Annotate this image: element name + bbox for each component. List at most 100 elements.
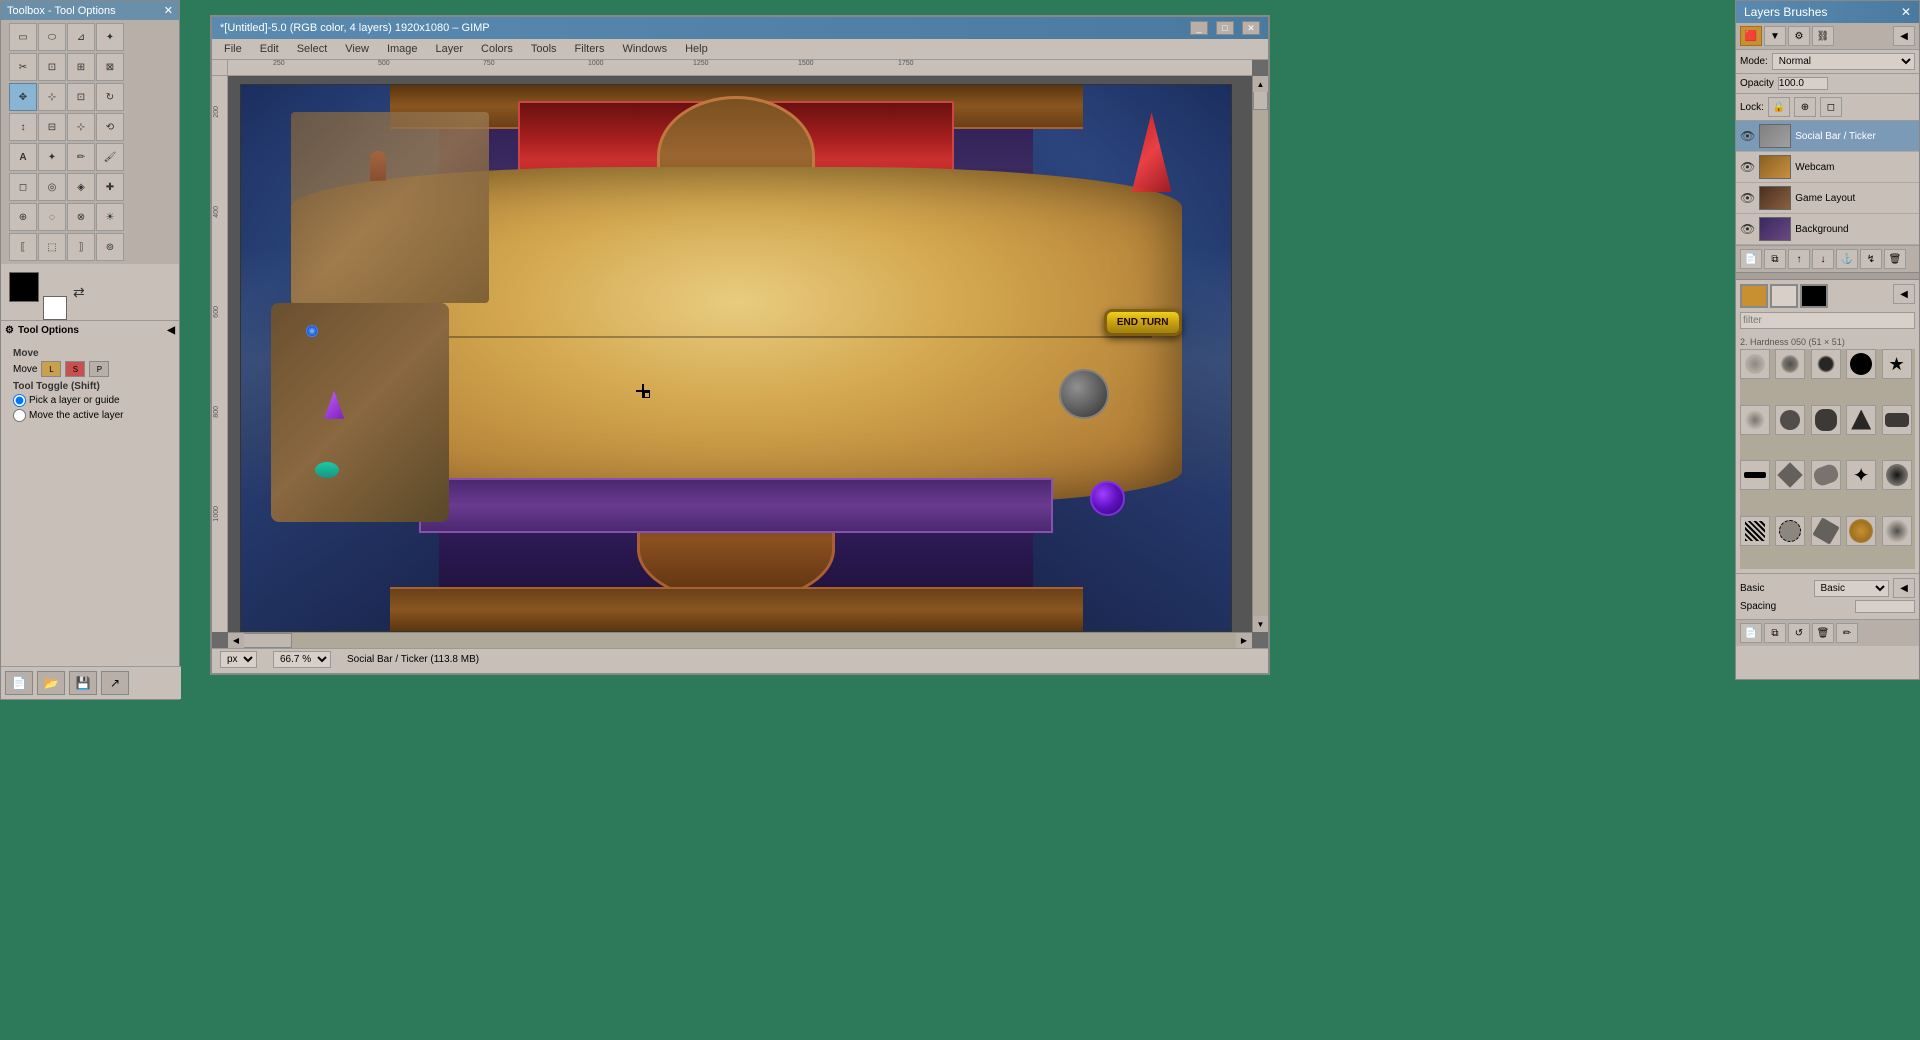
layer-merge-down[interactable]: ↯	[1860, 249, 1882, 269]
brush-item-3[interactable]	[1811, 349, 1841, 379]
layer-item-webcam[interactable]: 👁 Webcam	[1736, 152, 1919, 183]
layers-close[interactable]: ✕	[1901, 5, 1911, 19]
pick-layer-radio[interactable]	[13, 394, 26, 407]
brush-item-14[interactable]: ✦	[1846, 460, 1876, 490]
brush-item-11[interactable]	[1740, 460, 1770, 490]
lock-pixels-btn[interactable]: 🔒	[1768, 97, 1790, 117]
by-color-select-tool[interactable]: ⊞	[67, 53, 95, 81]
paintbrush-tool[interactable]: 🖌	[96, 143, 124, 171]
basic-mode-selector[interactable]: Basic	[1814, 580, 1890, 597]
close-btn[interactable]: ✕	[1242, 21, 1260, 35]
export-image-btn[interactable]: ↗	[101, 671, 129, 695]
fuzzy-select-tool[interactable]: ✦	[96, 23, 124, 51]
brush-new-btn[interactable]: 📄	[1740, 623, 1762, 643]
layer-eye-bg[interactable]: 👁	[1740, 222, 1755, 236]
menu-tools[interactable]: Tools	[523, 41, 565, 57]
opacity-input[interactable]	[1778, 77, 1828, 90]
layer-type-btn[interactable]: ▼	[1764, 26, 1786, 46]
text-tool[interactable]: A	[9, 143, 37, 171]
brush-item-13[interactable]	[1811, 460, 1841, 490]
move-active-option[interactable]: Move the active layer	[13, 409, 167, 422]
menu-filters[interactable]: Filters	[567, 41, 613, 57]
brush-item-7[interactable]	[1775, 405, 1805, 435]
layer-anchor[interactable]: ⚓	[1836, 249, 1858, 269]
brush-item-6[interactable]	[1740, 405, 1770, 435]
layer-item-social[interactable]: 👁 Social Bar / Ticker	[1736, 121, 1919, 152]
layer-item-game[interactable]: 👁 Game Layout	[1736, 183, 1919, 214]
move-selection-btn[interactable]: S	[65, 361, 85, 377]
smudge-tool[interactable]: ⊗	[67, 203, 95, 231]
layer-eye-game[interactable]: 👁	[1740, 191, 1755, 205]
brush-item-5[interactable]: ★	[1882, 349, 1912, 379]
tool-options-expand[interactable]: ◀	[167, 325, 175, 336]
menu-help[interactable]: Help	[677, 41, 716, 57]
layer-item-background[interactable]: 👁 Background	[1736, 214, 1919, 245]
airbrush-tool[interactable]: ◎	[38, 173, 66, 201]
layer-raise[interactable]: ↑	[1788, 249, 1810, 269]
menu-image[interactable]: Image	[379, 41, 426, 57]
spacing-input[interactable]: 10.0	[1855, 600, 1915, 613]
layer-eye-social[interactable]: 👁	[1740, 129, 1755, 143]
new-image-btn[interactable]: 📄	[5, 671, 33, 695]
brush-settings-btn[interactable]: ◀	[1893, 284, 1915, 304]
horizontal-scrollbar[interactable]: ▶ ◀ ⊕	[228, 632, 1252, 648]
brush-refresh-btn[interactable]: ↺	[1788, 623, 1810, 643]
brush-filter-input[interactable]	[1740, 312, 1915, 329]
scrollbar-h-right[interactable]: ▶	[1236, 633, 1252, 648]
blur-tool[interactable]: ◌	[38, 203, 66, 231]
bucket-fill-tool[interactable]: ⟦	[9, 233, 37, 261]
canvas-area[interactable]: END TURN	[228, 76, 1252, 632]
dodge-tool[interactable]: ☀	[96, 203, 124, 231]
color-swatches[interactable]	[9, 272, 59, 312]
layers-minimize[interactable]: ◀	[1893, 26, 1915, 46]
path-tool[interactable]: ✦	[38, 143, 66, 171]
brush-item-17[interactable]	[1775, 516, 1805, 546]
eraser-tool[interactable]: ◻	[9, 173, 37, 201]
free-select-tool[interactable]: ⊿	[67, 23, 95, 51]
perspective-tool[interactable]: ⊹	[67, 113, 95, 141]
brush-item-2[interactable]	[1775, 349, 1805, 379]
unit-selector[interactable]: px	[220, 651, 257, 668]
lock-alpha-btn[interactable]: ◻	[1820, 97, 1842, 117]
foreground-color[interactable]	[9, 272, 39, 302]
blend-tool[interactable]: ⬚	[38, 233, 66, 261]
pencil-tool[interactable]: ✏	[67, 143, 95, 171]
layer-lower[interactable]: ↓	[1812, 249, 1834, 269]
basic-expand[interactable]: ◀	[1893, 578, 1915, 598]
end-turn-button[interactable]: END TURN	[1104, 309, 1182, 336]
scrollbar-v-down[interactable]: ▼	[1253, 616, 1268, 632]
lock-position-btn[interactable]: ⊕	[1794, 97, 1816, 117]
brush-duplicate-btn[interactable]: ⧉	[1764, 623, 1786, 643]
rect-select-tool[interactable]: ▭	[9, 23, 37, 51]
move-active-radio[interactable]	[13, 409, 26, 422]
brush-item-8[interactable]	[1811, 405, 1841, 435]
ellipse-select-tool[interactable]: ⬭	[38, 23, 66, 51]
move-path-btn[interactable]: P	[89, 361, 109, 377]
layer-eye-webcam[interactable]: 👁	[1740, 160, 1755, 174]
layer-chain-btn[interactable]: ⛓	[1812, 26, 1834, 46]
layer-new-add[interactable]: 📄	[1740, 249, 1762, 269]
menu-colors[interactable]: Colors	[473, 41, 521, 57]
background-color[interactable]	[43, 296, 67, 320]
brush-item-16[interactable]	[1740, 516, 1770, 546]
scrollbar-v-up[interactable]: ▲	[1253, 76, 1268, 92]
blend-mode-selector[interactable]: Normal	[1772, 53, 1915, 70]
swap-colors-icon[interactable]: ⇄	[73, 284, 85, 301]
minimize-btn[interactable]: _	[1190, 21, 1208, 35]
brush-item-18[interactable]	[1811, 516, 1841, 546]
scale-tool[interactable]: ↕	[9, 113, 37, 141]
brush-color-black[interactable]	[1800, 284, 1828, 308]
scissors-select-tool[interactable]: ✂	[9, 53, 37, 81]
heal-tool[interactable]: ✚	[96, 173, 124, 201]
brush-delete-btn[interactable]: 🗑	[1812, 623, 1834, 643]
brush-item-20[interactable]	[1882, 516, 1912, 546]
menu-edit[interactable]: Edit	[252, 41, 287, 57]
rotate-tool[interactable]: ↻	[96, 83, 124, 111]
menu-layer[interactable]: Layer	[428, 41, 472, 57]
layer-duplicate[interactable]: ⧉	[1764, 249, 1786, 269]
zoom-selector[interactable]: 66.7 %	[273, 651, 331, 668]
brush-color-gold[interactable]	[1740, 284, 1768, 308]
brush-item-19[interactable]	[1846, 516, 1876, 546]
vertical-scrollbar[interactable]: ▼ ▲	[1252, 76, 1268, 632]
move-layer-btn[interactable]: L	[41, 361, 61, 377]
